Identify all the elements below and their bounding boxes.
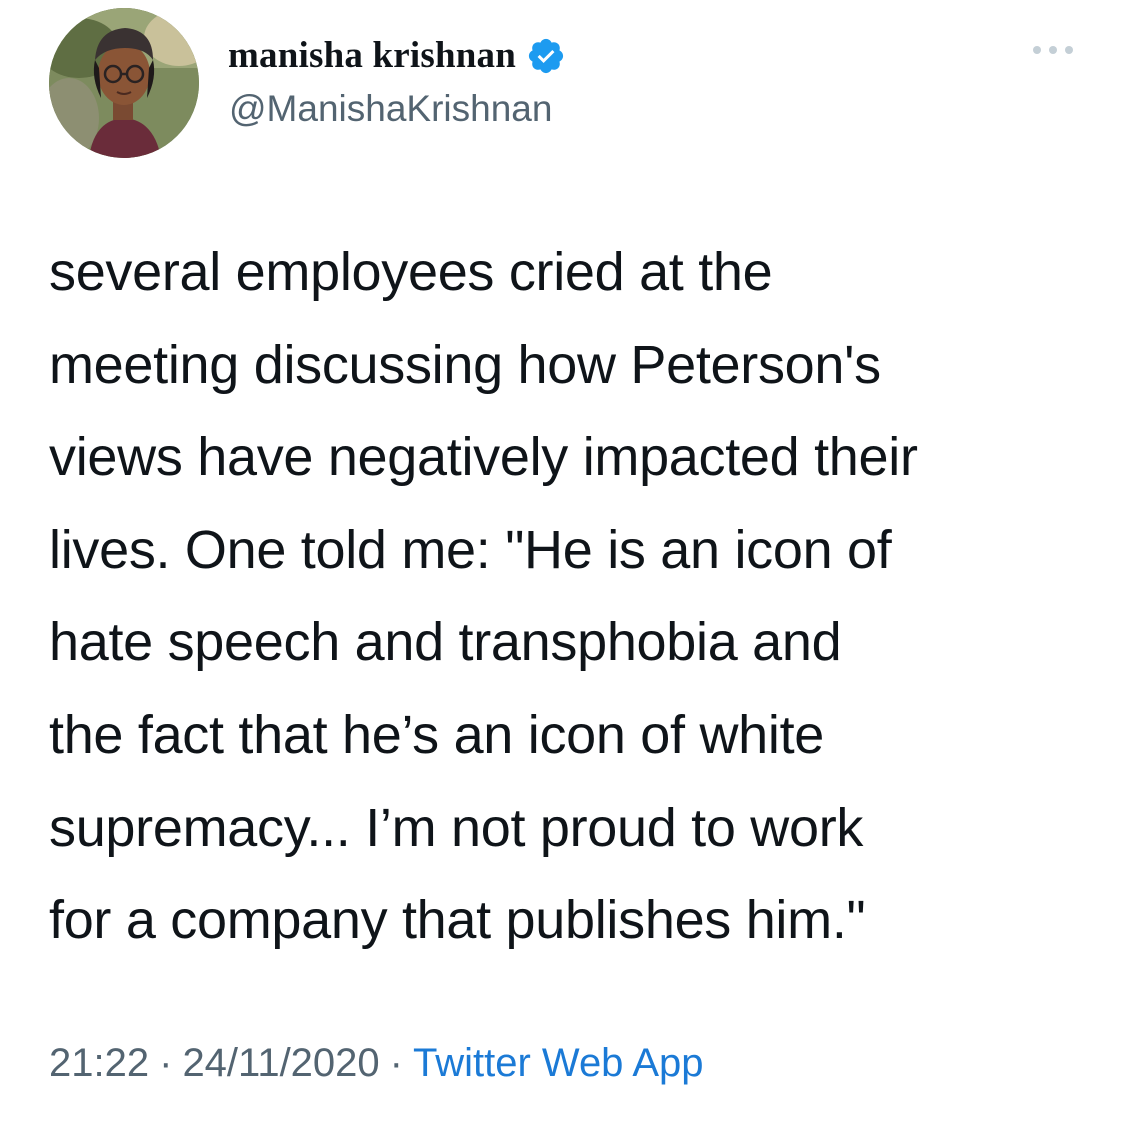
author-handle[interactable]: @ManishaKrishnan bbox=[229, 88, 552, 130]
tweet: manisha krishnan @ManishaKrishnan severa… bbox=[0, 0, 1125, 1124]
author-name-row: manisha krishnan bbox=[228, 34, 566, 77]
tweet-date[interactable]: 24/11/2020 bbox=[182, 1041, 379, 1085]
tweet-text-line: meeting discussing how Peterson's bbox=[49, 334, 881, 395]
more-options-icon[interactable] bbox=[1030, 40, 1076, 60]
tweet-text-line: hate speech and transphobia and bbox=[49, 612, 842, 673]
tweet-text-line: the fact that he’s an icon of white bbox=[49, 704, 825, 765]
tweet-metadata: 21:22 · 24/11/2020 · Twitter Web App bbox=[49, 1041, 704, 1086]
tweet-text-line: supremacy... I’m not proud to work bbox=[49, 797, 864, 858]
tweet-text-line: views have negatively impacted their bbox=[49, 427, 918, 488]
tweet-text-line: lives. One told me: "He is an icon of bbox=[49, 519, 892, 580]
tweet-text: several employees cried at the meeting d… bbox=[49, 226, 1089, 967]
display-name[interactable]: manisha krishnan bbox=[228, 34, 516, 77]
tweet-text-line: for a company that publishes him." bbox=[49, 890, 866, 951]
verified-badge-icon bbox=[526, 36, 566, 76]
tweet-source-link[interactable]: Twitter Web App bbox=[413, 1041, 704, 1085]
meta-separator: · bbox=[159, 1041, 173, 1085]
tweet-time[interactable]: 21:22 bbox=[49, 1041, 149, 1085]
tweet-text-line: several employees cried at the bbox=[49, 242, 773, 302]
avatar[interactable] bbox=[49, 8, 199, 158]
meta-separator: · bbox=[389, 1041, 403, 1085]
